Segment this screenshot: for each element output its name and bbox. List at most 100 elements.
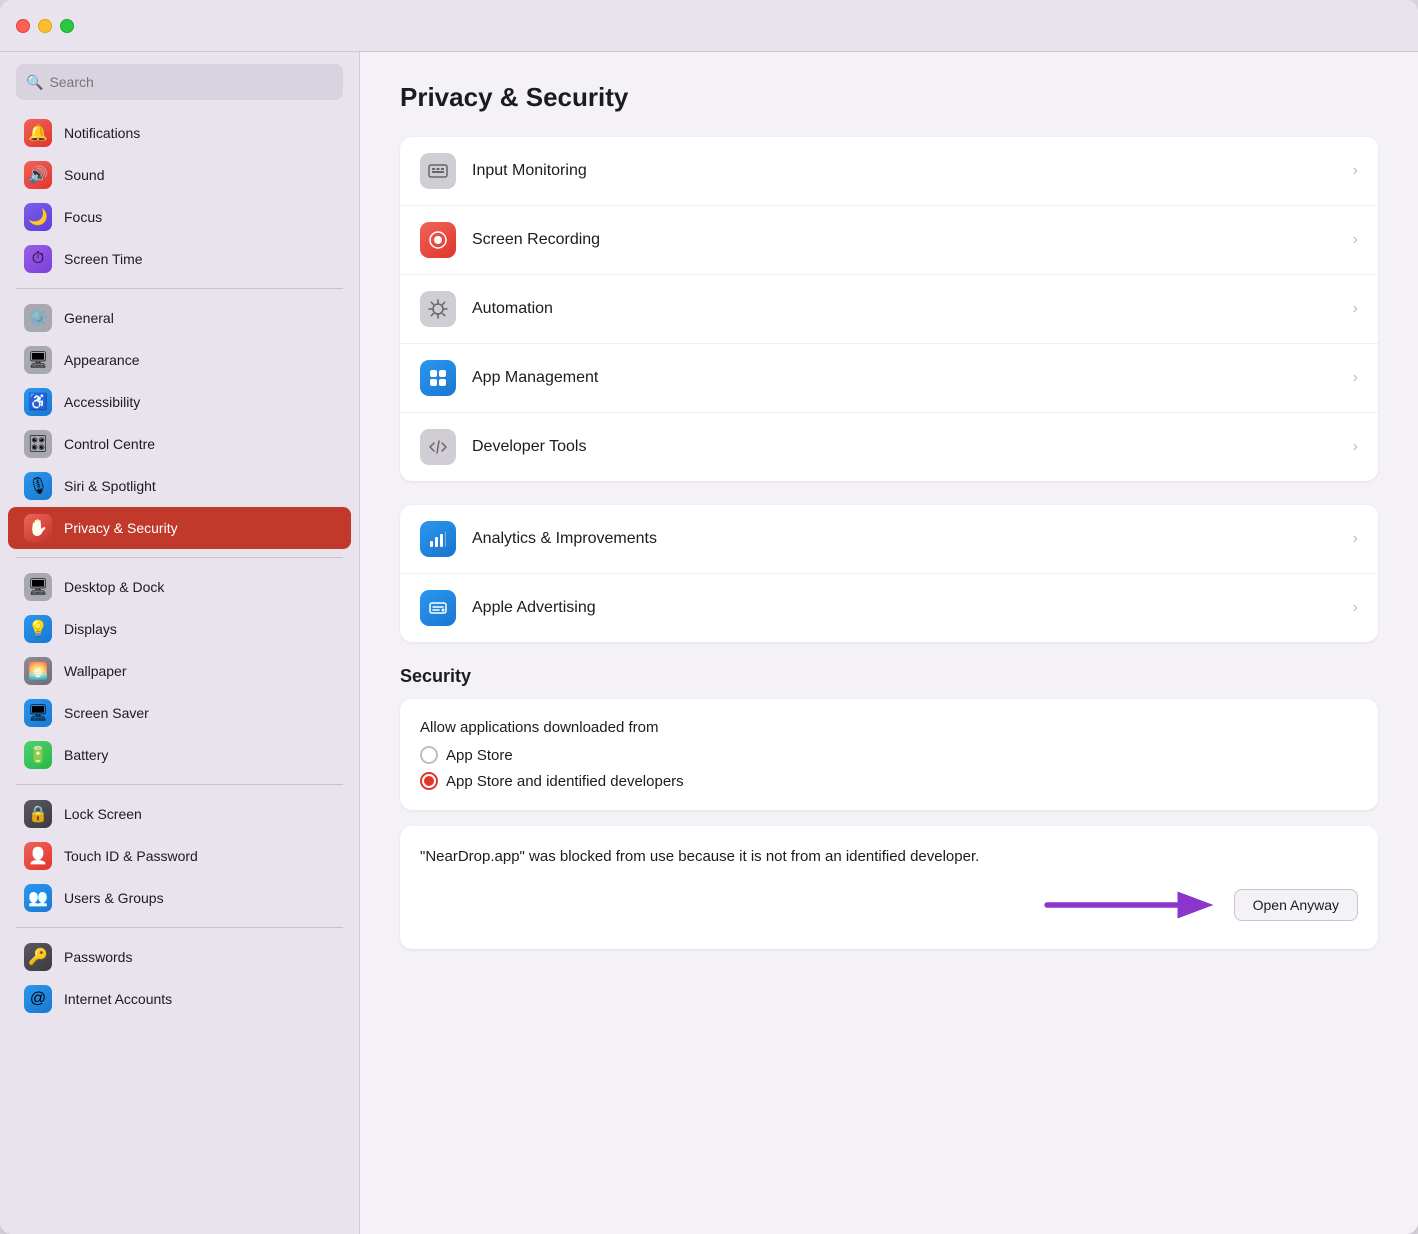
- arrow-svg: [1038, 881, 1218, 929]
- sidebar-item-siri-spotlight[interactable]: 🎙 Siri & Spotlight: [8, 465, 351, 507]
- sidebar-item-battery[interactable]: 🔋 Battery: [8, 734, 351, 776]
- developer-tools-row[interactable]: Developer Tools ›: [400, 413, 1378, 481]
- main-window: 🔍 🔔 Notifications 🔊 Sound 🌙 F: [0, 0, 1418, 1234]
- sidebar-item-sound[interactable]: 🔊 Sound: [8, 154, 351, 196]
- analytics-label: Analytics & Improvements: [472, 530, 1337, 548]
- privacy-card-1: Input Monitoring › Screen Recording › Au…: [400, 137, 1378, 481]
- purple-arrow-icon: [1038, 881, 1218, 929]
- appearance-icon: 🖥: [24, 346, 52, 374]
- accessibility-icon: ♿: [24, 388, 52, 416]
- sidebar-item-label: Control Centre: [64, 436, 155, 452]
- control-centre-icon: 🎛: [24, 430, 52, 458]
- screen-recording-icon: [420, 222, 456, 258]
- sidebar-item-screen-saver[interactable]: 🖥 Screen Saver: [8, 692, 351, 734]
- focus-icon: 🌙: [24, 203, 52, 231]
- sidebar-item-general[interactable]: ⚙️ General: [8, 297, 351, 339]
- automation-row[interactable]: Automation ›: [400, 275, 1378, 344]
- sidebar-item-privacy-security[interactable]: ✋ Privacy & Security: [8, 507, 351, 549]
- search-bar[interactable]: 🔍: [16, 64, 343, 100]
- sidebar-item-label: Touch ID & Password: [64, 848, 198, 864]
- arrow-row: Open Anyway: [420, 881, 1358, 929]
- siri-icon: 🎙: [24, 472, 52, 500]
- wallpaper-icon: 🌅: [24, 657, 52, 685]
- lock-screen-icon: 🔒: [24, 800, 52, 828]
- content-area: 🔍 🔔 Notifications 🔊 Sound 🌙 F: [0, 52, 1418, 1234]
- sidebar-item-touch-id[interactable]: 👤 Touch ID & Password: [8, 835, 351, 877]
- radio-app-store-developers[interactable]: App Store and identified developers: [420, 772, 1358, 790]
- minimize-button[interactable]: [38, 19, 52, 33]
- sidebar-item-wallpaper[interactable]: 🌅 Wallpaper: [8, 650, 351, 692]
- close-button[interactable]: [16, 19, 30, 33]
- titlebar: [0, 0, 1418, 52]
- sidebar-item-label: Notifications: [64, 125, 140, 141]
- sidebar-item-label: Screen Time: [64, 251, 143, 267]
- sidebar-item-label: Displays: [64, 621, 117, 637]
- search-input[interactable]: [49, 74, 333, 90]
- chevron-icon: ›: [1353, 300, 1358, 318]
- app-management-row[interactable]: App Management ›: [400, 344, 1378, 413]
- search-icon: 🔍: [26, 74, 43, 91]
- fullscreen-button[interactable]: [60, 19, 74, 33]
- passwords-icon: 🔑: [24, 943, 52, 971]
- analytics-card: Analytics & Improvements › Apple Adverti…: [400, 505, 1378, 642]
- sidebar-item-displays[interactable]: 💡 Displays: [8, 608, 351, 650]
- sidebar-item-users-groups[interactable]: 👥 Users & Groups: [8, 877, 351, 919]
- traffic-lights: [16, 19, 74, 33]
- sidebar-item-label: Users & Groups: [64, 890, 164, 906]
- radio-label-developers: App Store and identified developers: [446, 773, 684, 790]
- screen-recording-row[interactable]: Screen Recording ›: [400, 206, 1378, 275]
- sidebar-item-label: Privacy & Security: [64, 520, 178, 536]
- sidebar-item-label: Focus: [64, 209, 102, 225]
- open-anyway-button[interactable]: Open Anyway: [1234, 889, 1358, 921]
- sidebar-item-label: Internet Accounts: [64, 991, 172, 1007]
- screen-saver-icon: 🖥: [24, 699, 52, 727]
- desktop-dock-icon: 🖥: [24, 573, 52, 601]
- sidebar-item-label: Screen Saver: [64, 705, 149, 721]
- radio-circle-developers[interactable]: [420, 772, 438, 790]
- privacy-security-icon: ✋: [24, 514, 52, 542]
- sidebar-item-focus[interactable]: 🌙 Focus: [8, 196, 351, 238]
- radio-label-app-store: App Store: [446, 747, 513, 764]
- blocked-app-card: "NearDrop.app" was blocked from use beca…: [400, 826, 1378, 949]
- sidebar-item-notifications[interactable]: 🔔 Notifications: [8, 112, 351, 154]
- sidebar-item-label: General: [64, 310, 114, 326]
- automation-icon: [420, 291, 456, 327]
- sidebar-divider-3: [16, 784, 343, 785]
- input-monitoring-row[interactable]: Input Monitoring ›: [400, 137, 1378, 206]
- sidebar-item-label: Sound: [64, 167, 104, 183]
- main-content: Privacy & Security Input Monitoring › Sc…: [360, 52, 1418, 1234]
- sidebar-item-screen-time[interactable]: ⏱ Screen Time: [8, 238, 351, 280]
- sidebar-item-desktop-dock[interactable]: 🖥 Desktop & Dock: [8, 566, 351, 608]
- sidebar-divider-4: [16, 927, 343, 928]
- internet-accounts-icon: @: [24, 985, 52, 1013]
- automation-label: Automation: [472, 300, 1337, 318]
- security-section: Security Allow applications downloaded f…: [400, 666, 1378, 949]
- sidebar-item-lock-screen[interactable]: 🔒 Lock Screen: [8, 793, 351, 835]
- sidebar-item-passwords[interactable]: 🔑 Passwords: [8, 936, 351, 978]
- sidebar-item-label: Passwords: [64, 949, 132, 965]
- sidebar: 🔍 🔔 Notifications 🔊 Sound 🌙 F: [0, 52, 360, 1234]
- input-monitoring-label: Input Monitoring: [472, 162, 1337, 180]
- sidebar-item-appearance[interactable]: 🖥 Appearance: [8, 339, 351, 381]
- sidebar-item-label: Desktop & Dock: [64, 579, 164, 595]
- touch-id-icon: 👤: [24, 842, 52, 870]
- users-groups-icon: 👥: [24, 884, 52, 912]
- chevron-icon: ›: [1353, 438, 1358, 456]
- analytics-improvements-row[interactable]: Analytics & Improvements ›: [400, 505, 1378, 574]
- sidebar-item-label: Accessibility: [64, 394, 140, 410]
- app-management-icon: [420, 360, 456, 396]
- chevron-icon: ›: [1353, 162, 1358, 180]
- sidebar-item-accessibility[interactable]: ♿ Accessibility: [8, 381, 351, 423]
- radio-app-store[interactable]: App Store: [420, 746, 1358, 764]
- screen-time-icon: ⏱: [24, 245, 52, 273]
- sidebar-item-control-centre[interactable]: 🎛 Control Centre: [8, 423, 351, 465]
- app-management-label: App Management: [472, 369, 1337, 387]
- developer-tools-icon: [420, 429, 456, 465]
- sidebar-divider-1: [16, 288, 343, 289]
- sidebar-item-internet-accounts[interactable]: @ Internet Accounts: [8, 978, 351, 1020]
- displays-icon: 💡: [24, 615, 52, 643]
- radio-circle-app-store[interactable]: [420, 746, 438, 764]
- chevron-icon: ›: [1353, 530, 1358, 548]
- chevron-icon: ›: [1353, 231, 1358, 249]
- apple-advertising-row[interactable]: Apple Advertising ›: [400, 574, 1378, 642]
